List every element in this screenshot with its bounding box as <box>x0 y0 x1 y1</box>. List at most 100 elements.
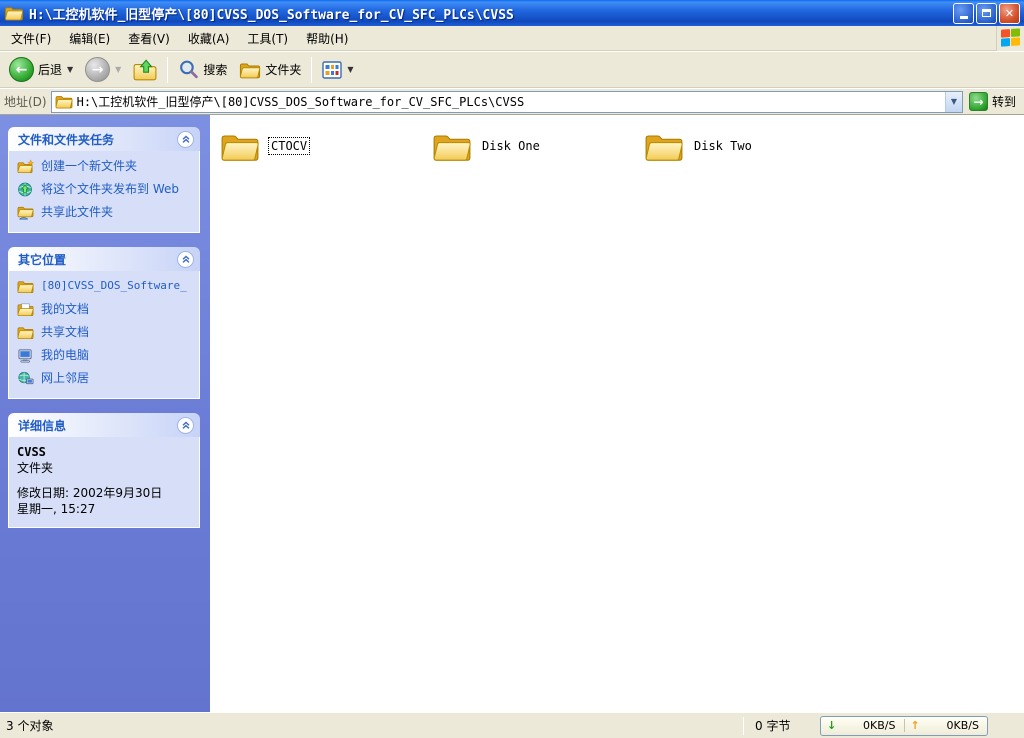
back-label: 后退 <box>38 61 62 78</box>
chevron-up-icon <box>181 134 191 144</box>
collapse-button[interactable] <box>177 251 194 268</box>
forward-icon: → <box>85 57 110 82</box>
task-share-folder[interactable]: 共享此文件夹 <box>17 205 193 220</box>
file-list-area[interactable]: CTOCV Disk One Disk Two <box>210 115 1024 712</box>
folder-icon <box>220 129 260 163</box>
close-icon: ✕ <box>1005 7 1014 20</box>
task-link[interactable]: 创建一个新文件夹 <box>41 159 137 174</box>
task-pane: 文件和文件夹任务 创建一个新文件夹 将这个文件夹发布到 Web <box>0 115 210 712</box>
upload-speed: ↑ 0KB/S <box>904 719 988 732</box>
download-speed: ↓ 0KB/S <box>821 719 904 732</box>
task-link[interactable]: 共享此文件夹 <box>41 205 113 220</box>
place-link[interactable]: 我的文档 <box>41 302 89 317</box>
menu-help[interactable]: 帮助(H) <box>297 26 357 51</box>
place-my-computer[interactable]: 我的电脑 <box>17 348 193 363</box>
status-size: 0 字节 <box>747 717 817 734</box>
folder-item-disk-one[interactable]: Disk One <box>432 129 600 163</box>
back-button[interactable]: ← 后退 ▼ <box>4 54 78 85</box>
folder-icon <box>55 94 73 109</box>
panel-title: 文件和文件夹任务 <box>18 131 114 148</box>
place-shared-documents[interactable]: 共享文档 <box>17 325 193 340</box>
folder-item-ctocv[interactable]: CTOCV <box>220 129 388 163</box>
place-link[interactable]: 我的电脑 <box>41 348 89 363</box>
folder-item-disk-two[interactable]: Disk Two <box>644 129 812 163</box>
back-icon: ← <box>9 57 34 82</box>
menu-tools[interactable]: 工具(T) <box>238 26 297 51</box>
search-button[interactable]: 搜索 <box>173 56 232 83</box>
menu-favorites[interactable]: 收藏(A) <box>179 26 239 51</box>
publish-web-icon <box>17 182 34 197</box>
restore-icon <box>982 9 991 17</box>
place-link[interactable]: 共享文档 <box>41 325 89 340</box>
panel-file-tasks-header[interactable]: 文件和文件夹任务 <box>8 127 200 151</box>
go-arrow-icon: → <box>969 92 988 111</box>
folders-button[interactable]: 文件夹 <box>234 58 306 82</box>
place-link[interactable]: [80]CVSS_DOS_Software_ <box>41 279 187 293</box>
folder-item-label[interactable]: CTOCV <box>268 137 310 155</box>
menu-bar: 文件(F) 编辑(E) 查看(V) 收藏(A) 工具(T) 帮助(H) <box>0 26 1024 51</box>
folders-icon <box>239 61 261 79</box>
address-bar: 地址(D) H:\工控机软件_旧型停产\[80]CVSS_DOS_Softwar… <box>0 88 1024 114</box>
panel-title: 其它位置 <box>18 251 66 268</box>
window-title: H:\工控机软件_旧型停产\[80]CVSS_DOS_Software_for_… <box>29 4 953 23</box>
address-label: 地址(D) <box>4 93 47 110</box>
search-label: 搜索 <box>203 61 227 78</box>
views-icon <box>322 61 342 79</box>
menu-view[interactable]: 查看(V) <box>119 26 179 51</box>
up-button[interactable] <box>128 56 162 84</box>
place-link[interactable]: 网上邻居 <box>41 371 89 386</box>
title-bar: H:\工控机软件_旧型停产\[80]CVSS_DOS_Software_for_… <box>0 0 1024 26</box>
toolbar-separator <box>311 57 312 83</box>
place-parent-folder[interactable]: [80]CVSS_DOS_Software_ <box>17 279 193 294</box>
explorer-window: H:\工控机软件_旧型停产\[80]CVSS_DOS_Software_for_… <box>0 0 1024 738</box>
folder-icon <box>17 279 34 294</box>
folder-icon <box>4 5 24 21</box>
status-bar: 3 个对象 0 字节 ↓ 0KB/S ↑ 0KB/S <box>0 712 1024 738</box>
place-network[interactable]: 网上邻居 <box>17 371 193 386</box>
download-arrow-icon: ↓ <box>827 719 836 732</box>
close-button[interactable]: ✕ <box>999 3 1020 24</box>
panel-other-places-header[interactable]: 其它位置 <box>8 247 200 271</box>
address-input[interactable]: H:\工控机软件_旧型停产\[80]CVSS_DOS_Software_for_… <box>51 91 963 113</box>
menu-edit[interactable]: 编辑(E) <box>60 26 119 51</box>
folder-icon <box>432 129 472 163</box>
folder-icon <box>644 129 684 163</box>
status-divider <box>743 717 744 735</box>
chevron-up-icon <box>181 420 191 430</box>
status-object-count: 3 个对象 <box>6 717 740 734</box>
folder-item-label[interactable]: Disk One <box>480 138 542 154</box>
collapse-button[interactable] <box>177 417 194 434</box>
views-button[interactable]: ▼ <box>317 58 358 82</box>
details-folder-type: 文件夹 <box>17 459 193 476</box>
upload-speed-value: 0KB/S <box>947 719 979 732</box>
restore-button[interactable] <box>976 3 997 24</box>
task-publish-web[interactable]: 将这个文件夹发布到 Web <box>17 182 193 197</box>
panel-details-header[interactable]: 详细信息 <box>8 413 200 437</box>
menu-file[interactable]: 文件(F) <box>2 26 60 51</box>
place-my-documents[interactable]: 我的文档 <box>17 302 193 317</box>
address-dropdown-button[interactable]: ▼ <box>945 92 962 112</box>
details-modified-time: 星期一, 15:27 <box>17 502 193 518</box>
toolbar-separator <box>167 57 168 83</box>
my-computer-icon <box>17 348 34 363</box>
forward-button[interactable]: → ▼ <box>80 54 126 85</box>
go-label: 转到 <box>992 93 1016 110</box>
collapse-button[interactable] <box>177 131 194 148</box>
address-path: H:\工控机软件_旧型停产\[80]CVSS_DOS_Software_for_… <box>77 93 945 110</box>
views-dropdown-icon[interactable]: ▼ <box>347 65 353 74</box>
minimize-button[interactable] <box>953 3 974 24</box>
download-speed-value: 0KB/S <box>863 719 895 732</box>
share-folder-icon <box>17 205 34 220</box>
task-new-folder[interactable]: 创建一个新文件夹 <box>17 159 193 174</box>
panel-other-places: 其它位置 [80]CVSS_DOS_Software_ 我的文档 <box>8 247 200 399</box>
shared-documents-icon <box>17 325 34 340</box>
minimize-icon <box>960 16 968 19</box>
task-link[interactable]: 将这个文件夹发布到 Web <box>41 182 179 197</box>
go-button[interactable]: → 转到 <box>967 92 1022 111</box>
up-folder-icon <box>133 59 157 81</box>
network-places-icon <box>17 371 34 386</box>
folder-item-label[interactable]: Disk Two <box>692 138 754 154</box>
back-dropdown-icon[interactable]: ▼ <box>67 65 73 74</box>
windows-logo <box>996 26 1024 51</box>
details-modified-date: 修改日期: 2002年9月30日 <box>17 486 193 502</box>
